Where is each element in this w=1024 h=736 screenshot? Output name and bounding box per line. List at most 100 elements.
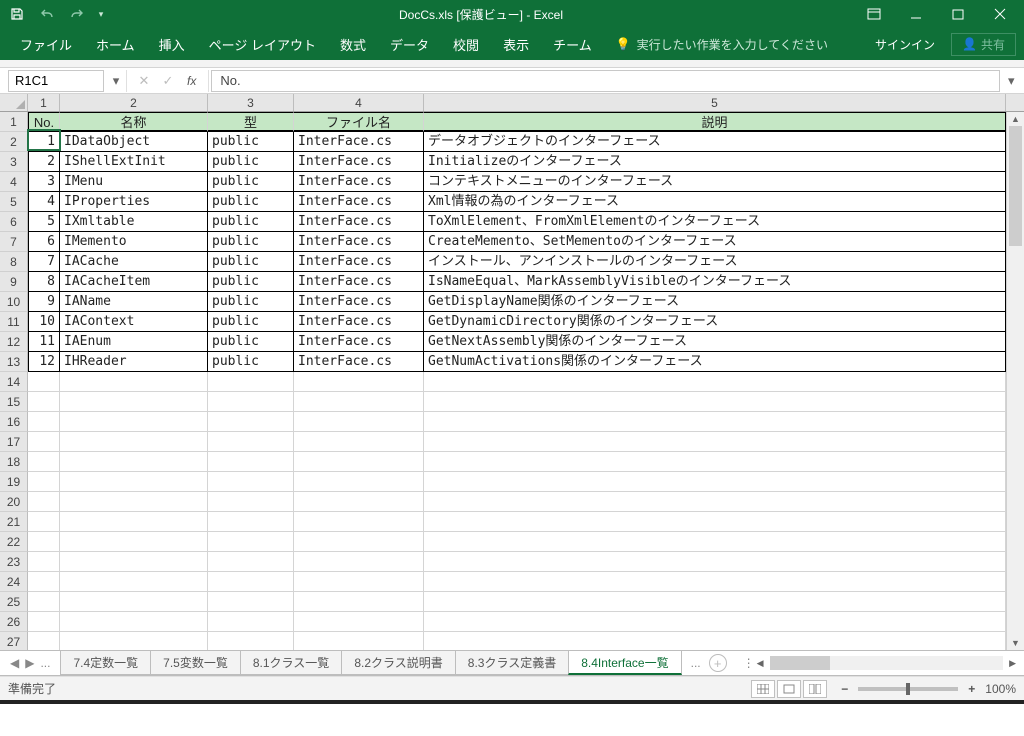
normal-view-button[interactable]	[751, 680, 775, 698]
cell[interactable]	[60, 552, 208, 572]
cell[interactable]: public	[208, 272, 294, 292]
cell[interactable]: InterFace.cs	[294, 192, 424, 212]
cell[interactable]: public	[208, 172, 294, 192]
cell[interactable]: 3	[28, 172, 60, 192]
row-header[interactable]: 5	[0, 192, 28, 212]
cell[interactable]: public	[208, 132, 294, 152]
row-header[interactable]: 21	[0, 512, 28, 532]
cell[interactable]: Initializeのインターフェース	[424, 152, 1006, 172]
cell[interactable]	[424, 372, 1006, 392]
cell[interactable]	[424, 532, 1006, 552]
ribbon-tab-8[interactable]: チーム	[541, 29, 604, 60]
cell[interactable]: 5	[28, 212, 60, 232]
cell[interactable]	[208, 552, 294, 572]
cell[interactable]: public	[208, 312, 294, 332]
zoom-slider-thumb[interactable]	[906, 683, 910, 695]
row-header[interactable]: 7	[0, 232, 28, 252]
cell[interactable]	[294, 572, 424, 592]
row-header[interactable]: 8	[0, 252, 28, 272]
cell[interactable]: InterFace.cs	[294, 252, 424, 272]
cell[interactable]	[208, 612, 294, 632]
cell[interactable]: IShellExtInit	[60, 152, 208, 172]
row-header[interactable]: 1	[0, 112, 28, 132]
cell[interactable]	[28, 512, 60, 532]
scroll-down-icon[interactable]: ▼	[1007, 636, 1024, 650]
cell[interactable]: 11	[28, 332, 60, 352]
col-header-1[interactable]: 1	[28, 94, 60, 111]
cell[interactable]	[294, 412, 424, 432]
redo-button[interactable]	[64, 2, 90, 26]
sheet-nav-prev-icon[interactable]: ◀	[10, 656, 19, 670]
cell[interactable]	[208, 512, 294, 532]
ribbon-tab-3[interactable]: ページ レイアウト	[197, 29, 328, 60]
save-button[interactable]	[4, 2, 30, 26]
cell[interactable]	[424, 612, 1006, 632]
cell[interactable]: 名称	[60, 112, 208, 132]
cell[interactable]: InterFace.cs	[294, 292, 424, 312]
cell[interactable]	[424, 392, 1006, 412]
cell[interactable]	[424, 632, 1006, 650]
scroll-left-icon[interactable]: ◀	[755, 658, 766, 669]
col-header-2[interactable]: 2	[60, 94, 208, 111]
cell[interactable]: InterFace.cs	[294, 332, 424, 352]
cell[interactable]: GetDisplayName関係のインターフェース	[424, 292, 1006, 312]
formula-input[interactable]: No.	[211, 70, 1000, 92]
cell[interactable]: IAContext	[60, 312, 208, 332]
row-header[interactable]: 9	[0, 272, 28, 292]
cell[interactable]: InterFace.cs	[294, 152, 424, 172]
ribbon-tab-6[interactable]: 校閲	[441, 29, 491, 60]
vertical-scrollbar[interactable]: ▲ ▼	[1006, 112, 1024, 650]
cell[interactable]	[60, 432, 208, 452]
row-header[interactable]: 6	[0, 212, 28, 232]
cell[interactable]	[28, 552, 60, 572]
cell[interactable]: 9	[28, 292, 60, 312]
sheet-nav-ellipsis[interactable]: ...	[40, 656, 50, 670]
cell[interactable]	[28, 392, 60, 412]
tab-split-handle[interactable]: ⋮	[743, 656, 755, 670]
hscroll-thumb[interactable]	[770, 656, 830, 670]
vscroll-thumb[interactable]	[1009, 126, 1022, 246]
row-header[interactable]: 15	[0, 392, 28, 412]
cell[interactable]: 6	[28, 232, 60, 252]
scroll-right-icon[interactable]: ▶	[1007, 658, 1018, 669]
cell[interactable]	[208, 432, 294, 452]
cell[interactable]: 型	[208, 112, 294, 132]
cell[interactable]	[424, 592, 1006, 612]
row-header[interactable]: 22	[0, 532, 28, 552]
cell[interactable]: IACacheItem	[60, 272, 208, 292]
cell[interactable]	[60, 572, 208, 592]
cell[interactable]: 12	[28, 352, 60, 372]
cancel-formula-button[interactable]: ✕	[133, 71, 155, 91]
col-header-3[interactable]: 3	[208, 94, 294, 111]
cell[interactable]	[424, 492, 1006, 512]
row-header[interactable]: 13	[0, 352, 28, 372]
page-layout-view-button[interactable]	[777, 680, 801, 698]
cell[interactable]	[294, 432, 424, 452]
cell[interactable]	[294, 392, 424, 412]
ribbon-tab-1[interactable]: ホーム	[84, 29, 147, 60]
cell[interactable]	[28, 432, 60, 452]
cell[interactable]: コンテキストメニューのインターフェース	[424, 172, 1006, 192]
cell[interactable]	[60, 392, 208, 412]
cell[interactable]	[208, 392, 294, 412]
cell[interactable]	[424, 552, 1006, 572]
qat-customize-icon[interactable]: ▾	[94, 2, 108, 26]
row-header[interactable]: 17	[0, 432, 28, 452]
cell[interactable]	[28, 632, 60, 650]
cell[interactable]: インストール、アンインストールのインターフェース	[424, 252, 1006, 272]
cell[interactable]	[28, 492, 60, 512]
formula-expand-icon[interactable]: ▾	[1008, 73, 1024, 89]
name-box-dropdown-icon[interactable]: ▾	[108, 73, 124, 89]
cell[interactable]: public	[208, 192, 294, 212]
cell[interactable]	[60, 492, 208, 512]
select-all-button[interactable]	[0, 94, 28, 111]
signin-link[interactable]: サインイン	[861, 36, 949, 53]
cell[interactable]	[294, 492, 424, 512]
cell[interactable]: 10	[28, 312, 60, 332]
cell[interactable]	[28, 572, 60, 592]
cell[interactable]: 1	[28, 132, 60, 152]
row-header[interactable]: 14	[0, 372, 28, 392]
ribbon-tab-5[interactable]: データ	[378, 29, 441, 60]
ribbon-tab-0[interactable]: ファイル	[8, 29, 84, 60]
sheet-tab-2[interactable]: 8.1クラス一覧	[240, 651, 342, 675]
